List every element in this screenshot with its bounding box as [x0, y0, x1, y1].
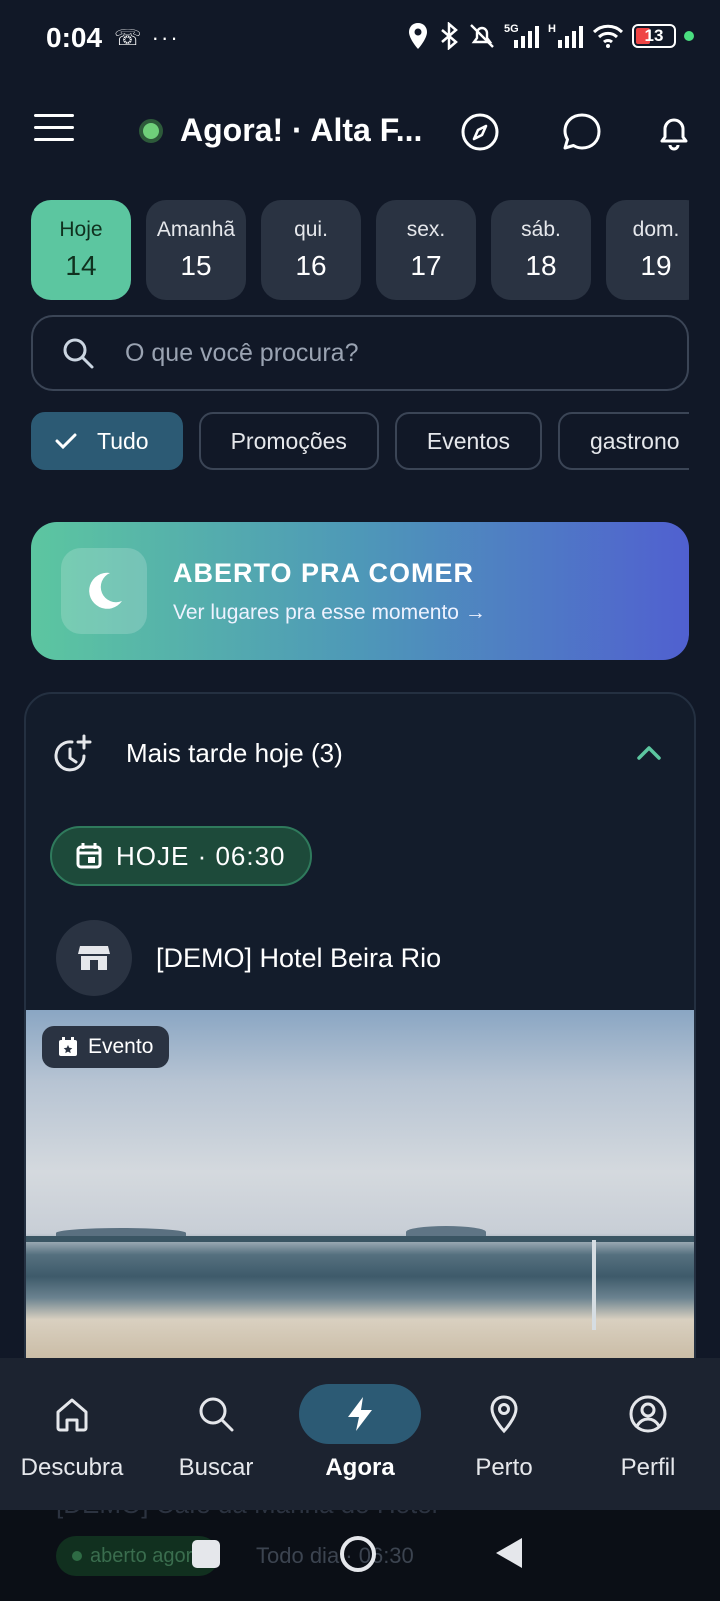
- menu-button[interactable]: [34, 114, 74, 150]
- day-chip[interactable]: dom. 19: [606, 200, 689, 300]
- signal-5g-icon: 5G: [504, 23, 539, 48]
- calendar-icon: [76, 843, 102, 869]
- clock-plus-icon: [54, 734, 92, 772]
- banner-icon-box: [61, 548, 147, 634]
- bottom-navigation: Descubra Buscar Agora Perto Perfil: [0, 1358, 720, 1510]
- search-input[interactable]: [125, 338, 625, 368]
- day-number: 17: [410, 250, 442, 281]
- battery-level: 13: [644, 26, 664, 45]
- mute-icon: [470, 24, 494, 48]
- map-pin-icon: [490, 1395, 518, 1434]
- filter-chip-label: gastrono: [590, 427, 680, 454]
- filter-chip-promocoes[interactable]: Promoções: [198, 412, 379, 470]
- check-icon: [55, 433, 77, 450]
- nav-label: Perto: [475, 1454, 533, 1481]
- open-to-eat-banner[interactable]: ABERTO PRA COMER Ver lugares pra esse mo…: [31, 522, 689, 660]
- day-name: Hoje: [59, 218, 103, 241]
- section-title: Mais tarde hoje (3): [126, 738, 343, 768]
- home-button[interactable]: [340, 1536, 376, 1572]
- status-notification-icons: ☏ ···: [114, 25, 180, 50]
- compass-icon[interactable]: [456, 108, 504, 156]
- svg-text:H: H: [548, 23, 556, 35]
- day-name: Amanhã: [156, 218, 236, 241]
- day-name: sex.: [406, 218, 446, 241]
- search-icon: [199, 1397, 234, 1432]
- nav-label: Descubra: [20, 1454, 124, 1481]
- chat-icon[interactable]: [558, 108, 606, 156]
- event-badge: Evento: [42, 1026, 170, 1068]
- user-circle-icon: [629, 1395, 667, 1433]
- nav-label: Buscar: [178, 1454, 254, 1481]
- day-name: qui.: [294, 218, 328, 241]
- venue-name: [DEMO] Hotel Beira Rio: [156, 942, 442, 973]
- day-chip[interactable]: qui. 16: [261, 200, 361, 300]
- banner-subtitle[interactable]: Ver lugares pra esse momento →: [173, 601, 486, 625]
- bolt-icon: [348, 1397, 372, 1431]
- back-button[interactable]: [494, 1536, 524, 1570]
- svg-text:5G: 5G: [504, 23, 519, 35]
- section-header[interactable]: Mais tarde hoje (3): [26, 694, 694, 816]
- day-chip[interactable]: Hoje 14: [31, 200, 131, 300]
- wifi-icon: [592, 24, 624, 48]
- nav-label: Perfil: [620, 1454, 676, 1481]
- privacy-indicator: [684, 31, 694, 41]
- chevron-up-icon[interactable]: [634, 738, 664, 768]
- event-badge-label: Evento: [88, 1035, 154, 1058]
- time-pill-label: HOJE · 06:30: [116, 840, 286, 871]
- day-chip[interactable]: Amanhã 15: [146, 200, 246, 300]
- event-photo[interactable]: Evento: [26, 1010, 694, 1370]
- status-right-icons: 5G H 13: [406, 22, 694, 50]
- day-name: sáb.: [521, 218, 561, 241]
- day-number: 15: [180, 250, 212, 281]
- nav-item-buscar[interactable]: Buscar: [144, 1358, 288, 1488]
- nav-item-descubra[interactable]: Descubra: [0, 1358, 144, 1488]
- time-pill: HOJE · 06:30: [50, 826, 312, 886]
- search-icon: [63, 338, 94, 369]
- store-icon: [78, 946, 110, 970]
- location-icon: [409, 23, 427, 49]
- day-number: 18: [525, 250, 557, 281]
- page-title[interactable]: Agora! · Alta F...: [180, 112, 422, 149]
- avatar: [56, 920, 132, 996]
- date-selector: Hoje 14 Amanhã 15 qui. 16 sex. 17 sáb. 18 dom…: [31, 200, 689, 300]
- nav-item-perfil[interactable]: Perfil: [576, 1358, 720, 1488]
- filter-chips: Tudo Promoções Eventos gastrono: [31, 412, 689, 472]
- status-time: 0:04: [46, 22, 103, 53]
- nav-item-agora[interactable]: Agora: [288, 1358, 432, 1488]
- filter-chip-gastronomia[interactable]: gastrono: [558, 412, 689, 470]
- recent-apps-button[interactable]: [192, 1540, 220, 1568]
- day-chip[interactable]: sáb. 18: [491, 200, 591, 300]
- filter-chip-label: Promoções: [230, 427, 347, 454]
- search-bar[interactable]: [31, 315, 689, 391]
- filter-chip-label: Tudo: [97, 427, 149, 454]
- day-name: dom.: [632, 218, 680, 241]
- signal-h-icon: H: [548, 23, 583, 48]
- filter-chip-eventos[interactable]: Eventos: [394, 412, 543, 470]
- banner-title: ABERTO PRA COMER: [173, 557, 475, 588]
- nav-label: Agora: [325, 1454, 395, 1481]
- day-number: 16: [295, 250, 327, 281]
- day-number: 19: [640, 250, 672, 281]
- bluetooth-icon: [441, 22, 458, 50]
- filter-chip-tudo[interactable]: Tudo: [31, 412, 183, 470]
- day-chip[interactable]: sex. 17: [376, 200, 476, 300]
- live-indicator-icon: [139, 119, 163, 143]
- system-navigation-bar: [0, 1510, 720, 1601]
- day-number: 14: [65, 250, 97, 281]
- battery-icon: 13: [632, 24, 676, 48]
- filter-chip-label: Eventos: [426, 427, 511, 454]
- top-app-bar: Agora! · Alta F...: [0, 100, 720, 164]
- nav-item-perto[interactable]: Perto: [432, 1358, 576, 1488]
- status-bar: 0:04 ☏ ··· 5G H 13: [0, 0, 720, 76]
- calendar-star-icon: [59, 1037, 77, 1056]
- bell-icon[interactable]: [650, 108, 698, 156]
- home-icon: [56, 1398, 88, 1432]
- venue-row[interactable]: [DEMO] Hotel Beira Rio: [56, 920, 441, 996]
- moon-icon: [89, 572, 122, 609]
